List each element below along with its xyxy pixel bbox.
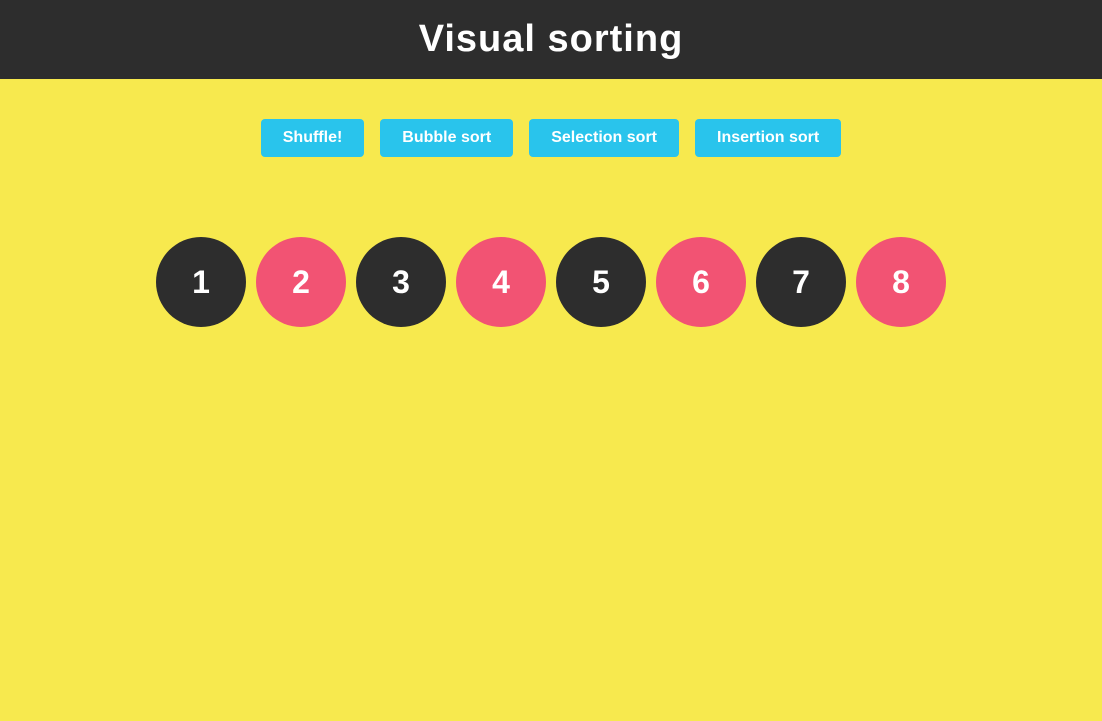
shuffle-button[interactable]: Shuffle! <box>261 119 365 157</box>
toolbar: Shuffle! Bubble sort Selection sort Inserti… <box>261 119 841 157</box>
bubble-sort-button[interactable]: Bubble sort <box>380 119 513 157</box>
circle-1: 1 <box>156 237 246 327</box>
circle-7: 7 <box>756 237 846 327</box>
page-title: Visual sorting <box>0 18 1102 61</box>
circle-5: 5 <box>556 237 646 327</box>
circle-6: 6 <box>656 237 746 327</box>
circle-2: 2 <box>256 237 346 327</box>
circle-3: 3 <box>356 237 446 327</box>
selection-sort-button[interactable]: Selection sort <box>529 119 679 157</box>
circles-container: 12345678 <box>156 237 946 327</box>
circle-8: 8 <box>856 237 946 327</box>
circle-4: 4 <box>456 237 546 327</box>
main-content: Shuffle! Bubble sort Selection sort Inserti… <box>0 79 1102 721</box>
header: Visual sorting <box>0 0 1102 79</box>
insertion-sort-button[interactable]: Insertion sort <box>695 119 841 157</box>
